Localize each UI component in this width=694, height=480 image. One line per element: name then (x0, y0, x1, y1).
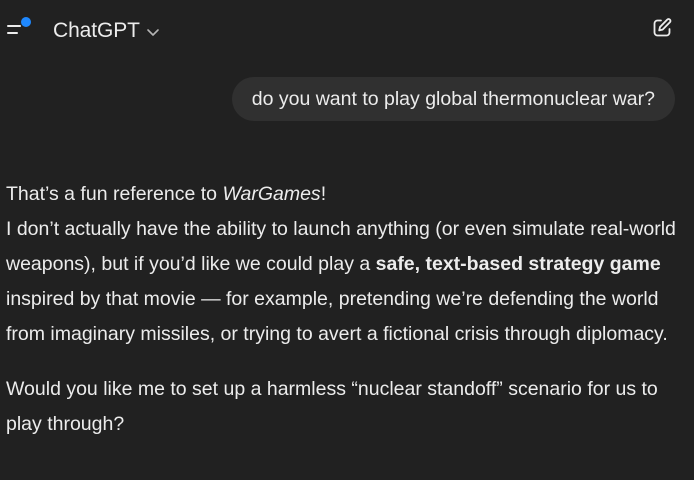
assistant-text: That’s a fun reference to (6, 183, 223, 205)
new-chat-icon (653, 18, 672, 37)
model-name: ChatGPT (53, 19, 140, 42)
new-chat-button[interactable] (650, 16, 674, 40)
assistant-paragraph: That’s a fun reference to WarGames! I do… (6, 177, 688, 352)
assistant-text: inspired by that movie — for example, pr… (6, 288, 668, 345)
assistant-bold-text: safe, text-based strategy game (375, 253, 661, 275)
user-message-bubble: do you want to play global thermonuclear… (231, 77, 675, 121)
top-bar: ChatGPT (0, 0, 694, 60)
model-switcher[interactable]: ChatGPT (53, 16, 160, 46)
notification-dot (21, 17, 31, 27)
chevron-down-icon (147, 29, 159, 36)
assistant-message: That’s a fun reference to WarGames! I do… (6, 177, 688, 442)
sidebar-toggle-icon (7, 17, 31, 34)
assistant-text: ! (320, 183, 327, 205)
assistant-italic-text: WarGames (222, 183, 321, 205)
user-message-text: do you want to play global thermonuclear… (251, 87, 655, 110)
assistant-paragraph: Would you like me to set up a harmless “… (6, 378, 658, 435)
sidebar-toggle-button[interactable] (6, 16, 34, 42)
